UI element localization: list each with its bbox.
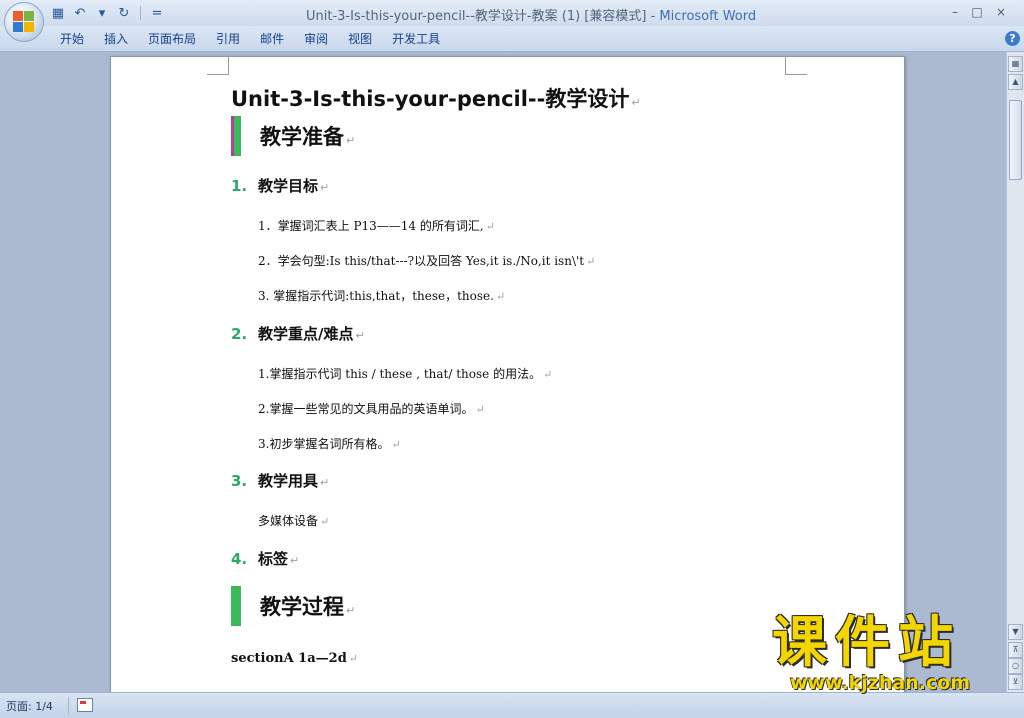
tab-home[interactable]: 开始 (50, 30, 94, 48)
office-button[interactable] (4, 2, 44, 42)
document-name: Unit-3-Is-this-your-pencil--教学设计-教案 (1) … (306, 9, 647, 24)
tab-references[interactable]: 引用 (206, 30, 250, 48)
section-bar (231, 116, 241, 156)
goal-line-3: 3. 掌握指示代词:this,that，these，those. ↵ (258, 289, 506, 303)
previous-page-button[interactable]: ⊼ (1008, 642, 1023, 658)
undo-icon[interactable]: ↶ (72, 5, 88, 21)
proofing-icon[interactable] (77, 698, 93, 712)
goal-line-2: 2．学会句型:Is this/that---?以及回答 Yes,it is./N… (258, 254, 596, 268)
item-heading-goals: 1. 教学目标 ↵ (231, 177, 330, 195)
maximize-button[interactable]: □ (966, 3, 988, 21)
section-title: 教学过程 ↵ (260, 595, 356, 619)
quick-access-toolbar: ▦ ↶ ▾ ↻ = (50, 3, 165, 23)
undo-dropdown[interactable]: ▾ (94, 5, 110, 21)
minimize-button[interactable]: – (944, 3, 966, 21)
app-name: Microsoft Word (659, 9, 757, 24)
tab-view[interactable]: 视图 (338, 30, 382, 48)
key-point-line-3: 3.初步掌握名词所有格。 ↵ (258, 437, 401, 451)
select-browse-object-button[interactable]: ○ (1008, 658, 1023, 674)
window-title: Unit-3-Is-this-your-pencil--教学设计-教案 (1) … (306, 5, 756, 24)
qat-separator (140, 6, 141, 20)
tab-insert[interactable]: 插入 (94, 30, 138, 48)
watermark-text: 课件站 (772, 610, 962, 674)
next-page-button[interactable]: ⊻ (1008, 674, 1023, 690)
close-button[interactable]: × (990, 3, 1012, 21)
item-heading-tools: 3. 教学用具 ↵ (231, 472, 330, 490)
section-a-heading: sectionA 1a—2d ↵ (231, 651, 359, 666)
tab-mailings[interactable]: 邮件 (250, 30, 294, 48)
title-separator: - (646, 9, 660, 24)
scroll-up-button[interactable]: ▲ (1008, 74, 1023, 90)
page-count[interactable]: 页面: 1/4 (6, 698, 53, 714)
section-title: 教学准备 ↵ (260, 125, 356, 149)
watermark-logo: 课件站 www.kjzhan.com (772, 610, 1004, 694)
ribbon-tab-bar: 开始 插入 页面布局 引用 邮件 审阅 视图 开发工具 ? (0, 26, 1024, 52)
title-bar: ▦ ↶ ▾ ↻ = Unit-3-Is-this-your-pencil--教学… (0, 0, 1024, 26)
key-point-line-1: 1.掌握指示代词 this / these , that/ those 的用法。… (258, 367, 553, 381)
document-page[interactable]: Unit-3-Is-this-your-pencil--教学设计 ↵ 教学准备 ↵ … (110, 56, 905, 692)
tab-page-layout[interactable]: 页面布局 (138, 30, 206, 48)
tab-review[interactable]: 审阅 (294, 30, 338, 48)
item-heading-tags: 4. 标签 ↵ (231, 550, 300, 568)
customize-qat-button[interactable]: = (149, 5, 165, 21)
document-title: Unit-3-Is-this-your-pencil--教学设计 ↵ (231, 87, 641, 111)
crop-mark-top-right (785, 57, 807, 75)
ruler-toggle-icon[interactable]: ▦ (1008, 56, 1023, 72)
document-area: Unit-3-Is-this-your-pencil--教学设计 ↵ 教学准备 ↵ … (0, 52, 1006, 692)
section-bar (231, 586, 241, 626)
ribbon-tabs: 开始 插入 页面布局 引用 邮件 审阅 视图 开发工具 (50, 30, 450, 48)
redo-icon[interactable]: ↻ (116, 5, 132, 21)
scroll-thumb[interactable] (1009, 100, 1022, 180)
scroll-down-button[interactable]: ▼ (1008, 624, 1023, 640)
crop-mark-top-left (207, 57, 229, 75)
help-icon[interactable]: ? (1005, 31, 1020, 46)
tools-line: 多媒体设备 ↵ (258, 514, 330, 528)
section-heading-preparation: 教学准备 ↵ (231, 116, 355, 156)
goal-line-1: 1．掌握词汇表上 P13——14 的所有词汇, ↵ (258, 219, 495, 233)
vertical-scrollbar[interactable]: ▦ ▲ ▼ ⊼ ○ ⊻ (1006, 52, 1024, 692)
status-bar: 页面: 1/4 (0, 692, 1024, 718)
key-point-line-2: 2.掌握一些常见的文具用品的英语单词。 ↵ (258, 402, 485, 416)
section-heading-process: 教学过程 ↵ (231, 586, 355, 626)
watermark-url: www.kjzhan.com (790, 672, 971, 694)
tab-developer[interactable]: 开发工具 (382, 30, 450, 48)
office-logo-icon (13, 11, 35, 33)
item-heading-key-points: 2. 教学重点/难点 ↵ (231, 325, 365, 343)
paragraph-mark: ↵ (631, 96, 641, 109)
save-icon[interactable]: ▦ (50, 5, 66, 21)
status-separator (68, 697, 69, 714)
